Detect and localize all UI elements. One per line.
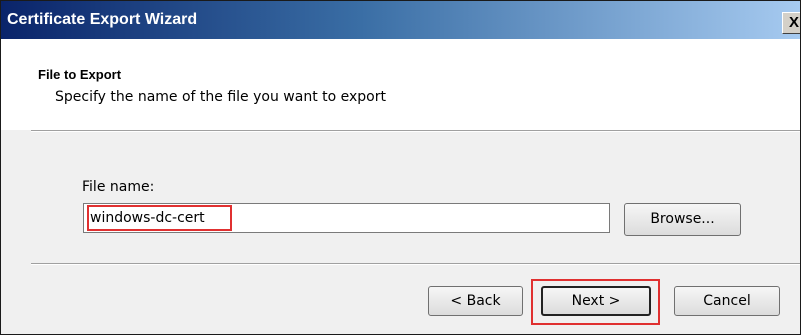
window-title: Certificate Export Wizard <box>7 11 198 28</box>
browse-button[interactable]: Browse... <box>624 203 741 236</box>
page-title: File to Export <box>38 67 122 82</box>
close-icon: X <box>788 14 799 31</box>
next-button[interactable]: Next > <box>541 286 651 316</box>
back-button[interactable]: < Back <box>428 286 523 316</box>
close-button[interactable]: X <box>782 12 800 34</box>
certificate-export-wizard-window: Certificate Export Wizard X File to Expo… <box>0 0 801 335</box>
page-subtitle: Specify the name of the file you want to… <box>55 89 386 105</box>
file-name-input[interactable] <box>83 203 610 233</box>
cancel-button[interactable]: Cancel <box>674 286 780 316</box>
title-bar: Certificate Export Wizard X <box>1 1 800 39</box>
wizard-header: File to Export Specify the name of the f… <box>1 39 800 130</box>
file-name-label: File name: <box>82 179 155 195</box>
header-divider <box>31 130 800 132</box>
footer-divider <box>31 263 800 265</box>
